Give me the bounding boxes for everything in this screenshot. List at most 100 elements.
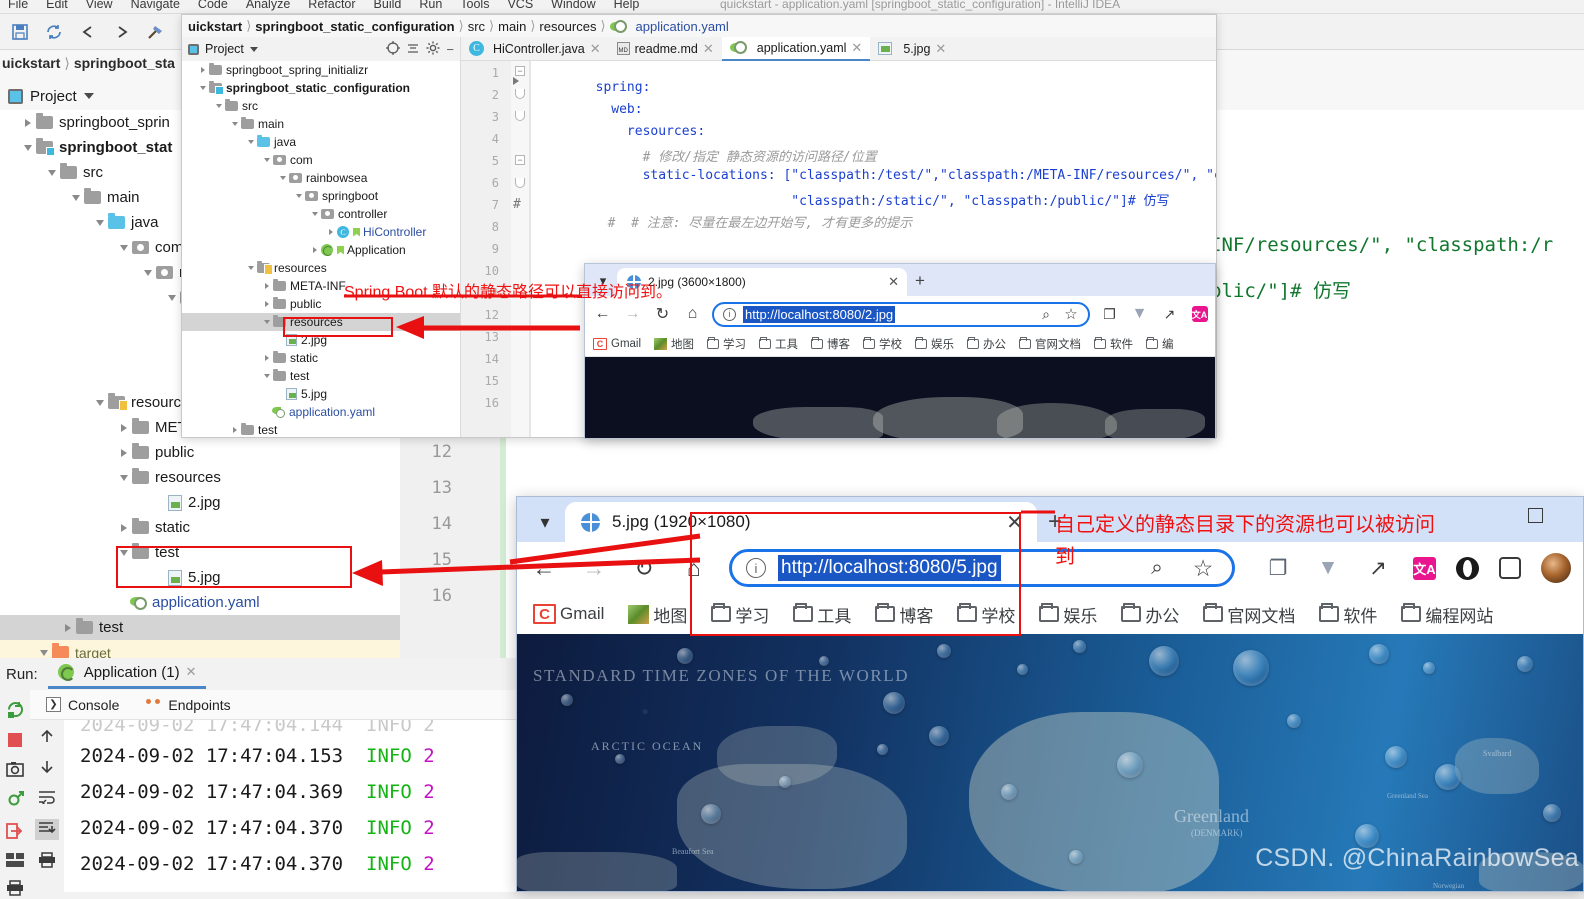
collapse-arrow-icon[interactable] <box>92 220 108 226</box>
extensions-icon[interactable] <box>1499 557 1521 579</box>
fold-toggle-icon[interactable]: − <box>515 66 525 76</box>
breadcrumb-inner[interactable]: uickstart ⟩ springboot_static_configurat… <box>182 15 1217 37</box>
collapse-arrow-icon[interactable] <box>20 145 36 151</box>
tree-row[interactable]: resources <box>182 259 460 277</box>
forward-arrow-icon[interactable]: → <box>622 304 643 325</box>
breadcrumb-item-0[interactable]: uickstart <box>188 19 242 34</box>
editor-scroll-marker[interactable] <box>1204 67 1214 81</box>
collapse-arrow-icon[interactable] <box>260 320 273 324</box>
tab-hicontroller[interactable]: CHiController.java✕ <box>461 37 609 61</box>
browser-tab-strip[interactable]: ▾ 2.jpg (3600×1800) ✕ + <box>585 264 1216 296</box>
maximize-button[interactable] <box>1528 508 1543 523</box>
scroll-up-icon[interactable] <box>39 728 55 747</box>
bookmark-gmail[interactable]: CGmail <box>533 604 604 624</box>
fold-toggle-icon[interactable] <box>515 89 525 99</box>
collapse-arrow-icon[interactable] <box>292 194 305 198</box>
collapse-arrow-icon[interactable] <box>260 374 273 378</box>
editor-code-inner[interactable]: spring: web: resources: # 修改/指定 静态资源的访问路… <box>533 61 1217 196</box>
expand-arrow-icon[interactable] <box>228 427 241 433</box>
save-all-icon[interactable] <box>10 22 30 42</box>
expand-arrow-icon[interactable] <box>260 355 273 361</box>
collapse-arrow-icon[interactable] <box>260 158 273 162</box>
breadcrumb-item-1[interactable]: springboot_static_configuration <box>255 19 454 34</box>
browser-window-2jpg[interactable]: ▾ 2.jpg (3600×1800) ✕ + ← → ↻ ⌂ i http:/… <box>584 263 1216 439</box>
bookmark-maps[interactable]: 地图 <box>654 336 694 352</box>
menu-item-view[interactable]: View <box>86 0 113 11</box>
build-hammer-icon[interactable] <box>146 22 166 42</box>
navigate-back-icon[interactable] <box>78 22 98 42</box>
tree-row[interactable]: resources <box>0 465 400 490</box>
menu-item-analyze[interactable]: Analyze <box>246 0 290 11</box>
restart-debug-icon[interactable] <box>6 790 25 812</box>
download-icon[interactable]: ▼ <box>1313 553 1343 583</box>
collapse-arrow-icon[interactable] <box>244 140 257 144</box>
share-icon[interactable]: ↗ <box>1159 304 1180 325</box>
tree-row[interactable]: java <box>182 133 460 151</box>
editor-tabs-inner[interactable]: CHiController.java✕ MDreadme.md✕ applica… <box>461 37 1217 61</box>
print-icon[interactable] <box>6 880 24 899</box>
tree-row[interactable]: springboot <box>182 187 460 205</box>
reload-icon[interactable]: ↻ <box>652 304 673 325</box>
copy-icon[interactable]: ❐ <box>1099 304 1120 325</box>
bookmark-folder-programming-sites[interactable]: 编程网站 <box>1401 602 1493 627</box>
collapse-arrow-icon[interactable] <box>276 176 289 180</box>
expand-arrow-icon[interactable] <box>20 119 36 127</box>
scroll-from-source-icon[interactable] <box>386 41 400 58</box>
collapse-arrow-icon[interactable] <box>196 86 209 90</box>
avatar[interactable] <box>1541 553 1571 583</box>
collapse-arrow-icon[interactable] <box>68 195 84 201</box>
tab-console[interactable]: ❯Console <box>46 697 119 713</box>
back-arrow-icon[interactable]: ← <box>529 553 559 583</box>
run-gutter-icon[interactable] <box>513 77 519 85</box>
expand-arrow-icon[interactable] <box>116 424 132 432</box>
tree-row[interactable]: application.yaml <box>0 590 400 615</box>
menu-item-refactor[interactable]: Refactor <box>308 0 355 11</box>
expand-arrow-icon[interactable] <box>196 67 209 73</box>
zoom-icon[interactable]: ⌕ <box>1038 304 1054 325</box>
bookmark-folder-blog[interactable]: 博客 <box>811 336 850 352</box>
bookmark-maps[interactable]: 地图 <box>628 602 687 627</box>
bookmark-folder-software[interactable]: 软件 <box>1319 602 1377 627</box>
expand-arrow-icon[interactable] <box>116 449 132 457</box>
chevron-down-icon[interactable] <box>84 93 94 99</box>
expand-arrow-icon[interactable] <box>260 301 273 307</box>
stop-icon[interactable] <box>7 732 23 751</box>
copy-icon[interactable]: ❐ <box>1263 553 1293 583</box>
console-scroll-actions[interactable] <box>30 720 64 892</box>
menu-item-code[interactable]: Code <box>198 0 228 11</box>
scroll-to-end-icon[interactable] <box>35 819 59 840</box>
new-tab-button[interactable]: + <box>907 268 933 294</box>
menu-item-build[interactable]: Build <box>374 0 402 11</box>
breadcrumb-item-0[interactable]: uickstart <box>2 55 60 71</box>
close-icon[interactable]: ✕ <box>851 40 862 56</box>
close-icon[interactable]: ✕ <box>186 664 197 680</box>
bookmark-folder-office[interactable]: 办公 <box>967 336 1006 352</box>
collapse-arrow-icon[interactable] <box>116 245 132 251</box>
bookmarks-bar[interactable]: CGmail 地图 学习 工具 博客 学校 娱乐 办公 官网文档 软件 编 <box>585 332 1216 357</box>
fold-toggle-icon[interactable] <box>515 111 525 121</box>
collapse-all-icon[interactable] <box>406 41 420 58</box>
print-console-icon[interactable] <box>38 852 56 871</box>
tree-row[interactable]: com <box>182 151 460 169</box>
translate-icon[interactable]: 文A <box>1413 557 1436 580</box>
menu-item-tools[interactable]: Tools <box>460 0 489 11</box>
tree-row[interactable]: application.yaml <box>182 403 460 421</box>
tree-row[interactable]: test <box>0 615 400 640</box>
editor-fold-gutter[interactable]: − − <box>511 61 529 438</box>
bookmark-folder-software[interactable]: 软件 <box>1094 336 1133 352</box>
fold-toggle-icon[interactable]: − <box>515 155 525 165</box>
bookmark-folder-school[interactable]: 学校 <box>863 336 902 352</box>
exit-icon[interactable] <box>6 822 24 843</box>
url-text[interactable]: http://localhost:8080/2.jpg <box>743 306 895 323</box>
tab-application-yaml[interactable]: application.yaml✕ <box>722 37 871 61</box>
home-icon[interactable]: ⌂ <box>682 304 703 325</box>
collapse-arrow-icon[interactable] <box>44 170 60 176</box>
tab-endpoints[interactable]: Endpoints <box>145 697 230 713</box>
browser-toolbar-icons[interactable]: ❐ ▼ ↗ 文A <box>1263 553 1571 583</box>
bookmark-folder-study[interactable]: 学习 <box>707 336 746 352</box>
breadcrumb-item-4[interactable]: resources <box>539 19 596 34</box>
project-panel-header-inner[interactable]: Project − <box>182 37 461 61</box>
hide-panel-icon[interactable]: − <box>446 42 460 57</box>
collapse-arrow-icon[interactable] <box>244 266 257 270</box>
tree-row[interactable]: rainbowsea <box>182 169 460 187</box>
